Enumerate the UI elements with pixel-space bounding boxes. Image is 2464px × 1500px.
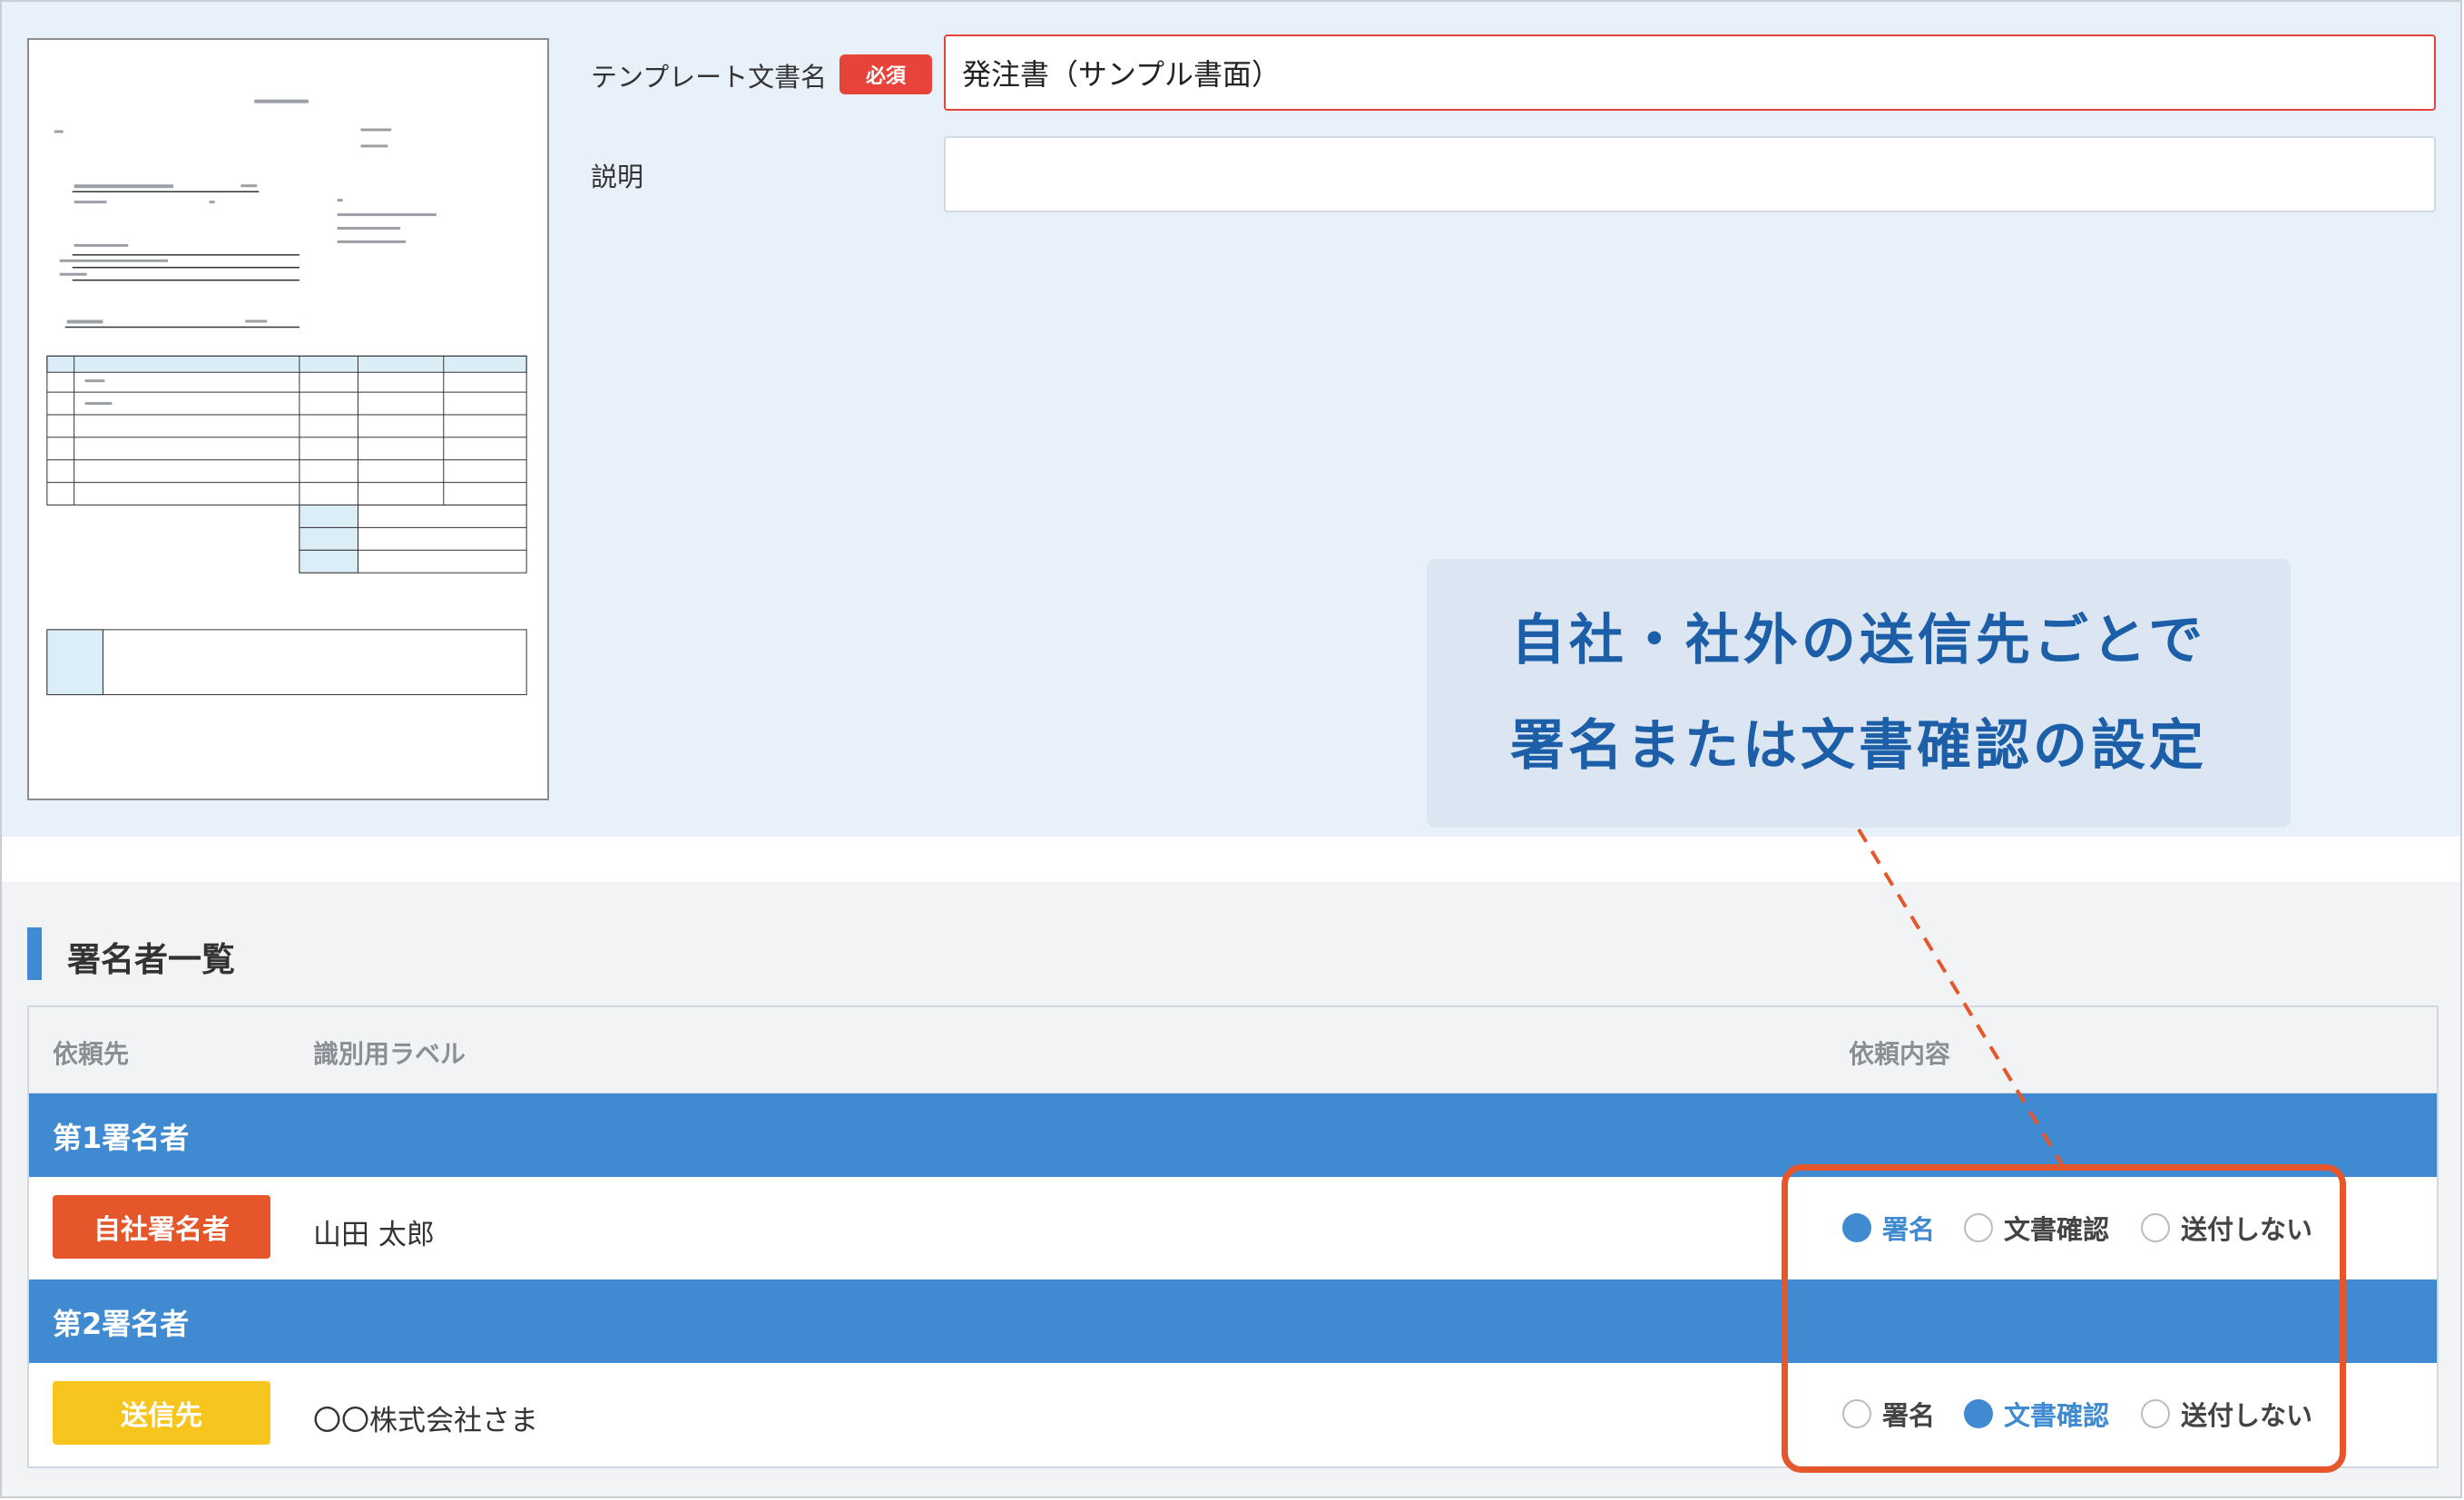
document-preview-thumbnail[interactable] xyxy=(27,38,549,800)
section-accent-bar xyxy=(27,927,42,980)
recipient-name: 〇〇株式会社さま xyxy=(313,1405,538,1437)
description-input[interactable] xyxy=(944,136,2436,212)
signers-section-title: 署名者一覧 xyxy=(67,940,235,979)
required-badge: 必須 xyxy=(839,54,932,94)
column-header-recipient: 依頼先 xyxy=(53,1039,130,1069)
description-label: 説明 xyxy=(591,162,644,192)
role-badge-internal-signer: 自社署名者 xyxy=(53,1195,270,1259)
template-name-input[interactable] xyxy=(944,34,2436,111)
column-header-label: 識別用ラベル xyxy=(313,1039,466,1069)
document-preview-image xyxy=(46,99,527,696)
signers-table-header: 依頼先 識別用ラベル 依頼内容 xyxy=(29,1007,2437,1093)
feature-callout: 自社・社外の送信先ごとで 署名または文書確認の設定 xyxy=(1427,559,2291,828)
callout-line-1: 自社・社外の送信先ごとで xyxy=(1510,609,2207,672)
signer-group-label: 第1署名者 xyxy=(53,1121,190,1155)
role-badge-recipient: 送信先 xyxy=(53,1381,270,1445)
column-header-request: 依頼内容 xyxy=(1849,1039,1951,1069)
highlight-box xyxy=(1782,1164,2346,1473)
signer-group-label: 第2署名者 xyxy=(53,1307,190,1341)
recipient-name: 山田 太郎 xyxy=(313,1219,435,1251)
callout-line-2: 署名または文書確認の設定 xyxy=(1510,714,2207,778)
template-name-label: テンプレート文書名 xyxy=(591,62,828,93)
